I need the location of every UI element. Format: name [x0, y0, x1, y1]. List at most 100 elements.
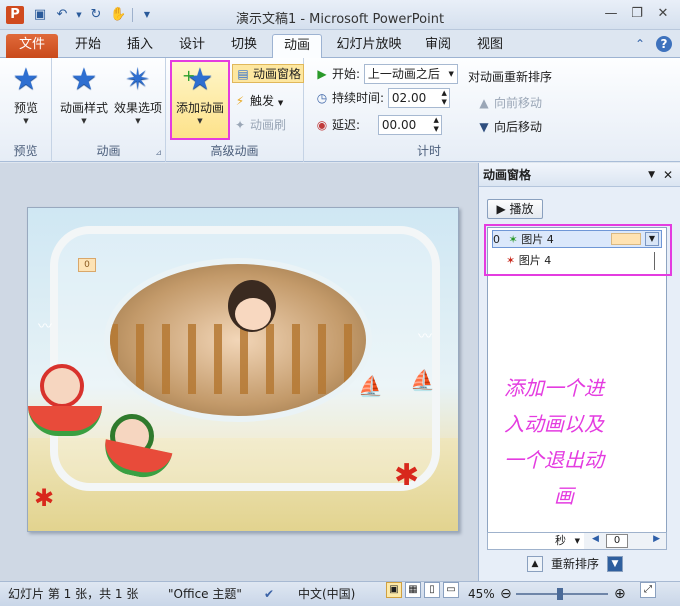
reorder-animation-label: 对动画重新排序 — [468, 70, 553, 84]
chevron-down-icon: ▼ — [448, 70, 454, 78]
item-name: 图片 4 — [518, 254, 552, 267]
slide-canvas[interactable]: 0 ✱ ✱ ⛵ ⛵ 〰 〰 — [27, 207, 459, 532]
play-start-icon: ▶ — [317, 67, 327, 81]
down-triangle-icon: ▼ — [479, 120, 489, 134]
zoom-in-icon[interactable]: ⊕ — [614, 582, 626, 606]
close-icon[interactable]: ✕ — [652, 5, 674, 23]
group-preview: ★ 预览 ▼ 预览 — [0, 58, 52, 162]
reorder-down-button[interactable]: ▼ — [607, 555, 624, 572]
chevron-down-icon: ▼ — [81, 117, 87, 125]
sailboat-2: ⛵ — [410, 368, 435, 392]
kid-left-head — [40, 364, 84, 408]
play-button[interactable]: ▶ 播放 — [487, 199, 543, 219]
animation-order-tag[interactable]: 0 — [78, 258, 96, 272]
theme-name[interactable]: "Office 主题" — [168, 582, 242, 606]
tab-file[interactable]: 文件 — [6, 34, 58, 58]
group-timing: ▶ 开始: 上一动画之后 ▼ ◷ 持续时间: 02.00 ▲ ▼ ◉ 延迟: 00.00 ▲ ▼… — [304, 58, 564, 162]
duration-spinner[interactable]: 02.00 ▲ ▼ — [387, 88, 450, 108]
reorder-up-button[interactable]: ▲ — [527, 555, 543, 572]
trigger-label: 触发 — [250, 94, 275, 108]
ribbon-right-icons: ⌃ ? — [632, 36, 672, 52]
animation-pane: 动画窗格 ▼ ✕ ▶ 播放 0 ✶ 图片 4 ▼ ✶ 图片 4 添加一个进 入动… — [478, 163, 680, 581]
language-indicator[interactable]: 中文(中国) — [298, 582, 355, 606]
zoom-slider-handle[interactable] — [557, 588, 563, 600]
window-title: 演示文稿1 - Microsoft PowerPoint — [235, 12, 445, 27]
spell-check-icon[interactable]: ✔ — [264, 582, 274, 606]
tab-transitions[interactable]: 切换 — [222, 34, 266, 58]
normal-view-icon[interactable]: ▣ — [386, 582, 402, 598]
fit-to-window-icon[interactable]: ⤢ — [640, 582, 656, 598]
status-bar: 幻灯片 第 1 张，共 1 张 "Office 主题" ✔ 中文(中国) ▣ ▦… — [0, 581, 680, 606]
group-advanced-animation: ★ + 添加动画 ▼ ▤ 动画窗格 ⚡ 触发 ▼ ✦ 动画刷 高级动画 — [166, 58, 305, 162]
animation-item-1[interactable]: 0 ✶ 图片 4 ▼ — [492, 230, 662, 248]
title-bar: P ▣ ↶ ▼ ↻ ✋ ▼ 演示文稿1 - Microsoft PowerPoi… — [0, 0, 680, 30]
reorder-row: ▲ 重新排序 ▼ — [527, 555, 624, 572]
pane-options-icon[interactable]: ▼ — [648, 163, 655, 187]
tab-insert[interactable]: 插入 — [118, 34, 162, 58]
tab-animations[interactable]: 动画 — [272, 34, 322, 59]
dialog-launcher-icon[interactable]: ⊿ — [155, 148, 162, 157]
zoom-out-icon[interactable]: ⊖ — [500, 582, 512, 606]
annotation-line: 一个退出动 — [504, 448, 604, 472]
animation-pane-button[interactable]: ▤ 动画窗格 — [232, 64, 305, 83]
move-later-button[interactable]: ▼ 向后移动 — [476, 118, 542, 135]
slide-sorter-icon[interactable]: ▦ — [405, 582, 421, 598]
entrance-star-icon: ✶ — [508, 233, 518, 246]
chevron-down-icon: ▼ — [135, 117, 141, 125]
item-name: 图片 4 — [521, 233, 554, 246]
tab-view[interactable]: 视图 — [468, 34, 512, 58]
animation-painter-button[interactable]: ✦ 动画刷 — [232, 116, 286, 133]
move-earlier-button[interactable]: ▲ 向前移动 — [476, 94, 542, 111]
scroll-right-icon[interactable]: ▶ — [653, 534, 660, 544]
animation-pane-title: 动画窗格 — [483, 168, 532, 182]
slideshow-view-icon[interactable]: ▭ — [443, 582, 459, 598]
tab-design[interactable]: 设计 — [170, 34, 214, 58]
item-number: 0 — [493, 233, 500, 246]
close-pane-icon[interactable]: ✕ — [663, 163, 673, 187]
delay-spinner[interactable]: 00.00 ▲ ▼ — [377, 115, 442, 135]
tab-home[interactable]: 开始 — [66, 34, 110, 58]
zoom-level[interactable]: 45% — [468, 582, 495, 606]
add-animation-label: 添加动画 — [175, 101, 224, 115]
reading-view-icon[interactable]: ▯ — [424, 582, 440, 598]
move-later-label: 向后移动 — [494, 120, 543, 134]
delay-label: 延迟: — [332, 118, 361, 132]
annotation-text: 添加一个进 入动画以及 一个退出动 画 — [504, 370, 654, 514]
delay-row: ◉ 延迟: 00.00 ▲ ▼ — [314, 115, 442, 135]
chevron-down-icon[interactable]: ▼ — [645, 232, 659, 246]
spinner-arrows-icon[interactable]: ▲ ▼ — [441, 89, 446, 107]
trigger-button[interactable]: ⚡ 触发 ▼ — [232, 92, 283, 109]
time-unit-select[interactable]: 秒 ▼ — [488, 533, 584, 549]
timing-bar[interactable] — [611, 233, 641, 245]
animation-list: 0 ✶ 图片 4 ▼ ✶ 图片 4 添加一个进 入动画以及 一个退出动 画 — [484, 224, 672, 537]
restore-icon[interactable]: ❐ — [626, 5, 648, 23]
group-label-preview: 预览 — [13, 144, 38, 158]
delay-clock-icon: ◉ — [316, 118, 328, 132]
play-icon: ▶ — [496, 202, 506, 216]
add-animation-star-icon: ★ + — [182, 62, 214, 97]
spinner-arrows-icon[interactable]: ▲ ▼ — [433, 116, 438, 134]
tab-slideshow[interactable]: 幻灯片放映 — [330, 34, 408, 58]
tab-review[interactable]: 审阅 — [416, 34, 460, 58]
scroll-left-icon[interactable]: ◀ — [592, 534, 599, 544]
preview-button[interactable]: ★ 预览 ▼ — [6, 62, 46, 126]
animation-item-2[interactable]: ✶ 图片 4 — [492, 252, 662, 270]
minimize-icon[interactable]: — — [600, 5, 622, 23]
start-select[interactable]: 上一动画之后 ▼ — [363, 64, 458, 84]
chevron-down-icon: ▼ — [277, 99, 284, 107]
animation-styles-label: 动画样式 — [59, 101, 108, 115]
play-label: 播放 — [509, 202, 534, 216]
photo-image-4[interactable] — [104, 258, 372, 422]
crib-bars — [110, 324, 366, 394]
seagull: 〰 — [418, 329, 432, 345]
exit-star-icon: ✶ — [506, 254, 516, 267]
help-icon[interactable]: ? — [656, 36, 672, 52]
minimize-ribbon-icon[interactable]: ⌃ — [632, 36, 648, 52]
duration-row: ◷ 持续时间: 02.00 ▲ ▼ — [314, 88, 450, 108]
effect-options-button[interactable]: ✴ 效果选项 ▼ — [110, 62, 166, 126]
animation-styles-button[interactable]: ★ 动画样式 ▼ — [56, 62, 112, 126]
add-animation-button[interactable]: ★ + 添加动画 ▼ — [170, 60, 230, 140]
duration-label: 持续时间: — [332, 91, 385, 105]
girl-face — [235, 298, 271, 330]
painter-brush-icon: ✦ — [234, 118, 246, 132]
